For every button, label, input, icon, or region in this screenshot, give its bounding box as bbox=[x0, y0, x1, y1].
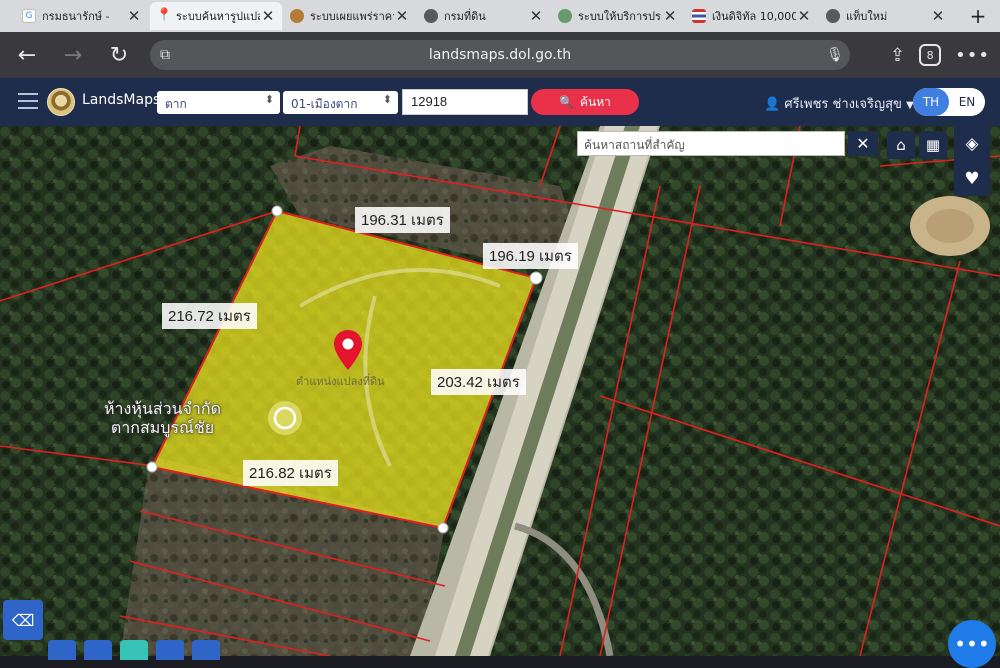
microphone-icon[interactable]: 🎙 bbox=[820, 47, 850, 63]
pin-caption: ตำแหน่งแปลงที่ดิน bbox=[296, 375, 385, 388]
browser-actions: ⇪ 8 ••• bbox=[890, 32, 990, 78]
owner-label-line1: ห้างหุ้นส่วนจำกัด bbox=[104, 399, 221, 418]
brand-name: LandsMaps bbox=[82, 92, 161, 108]
browser-tab[interactable]: กรมที่ดิน ✕ bbox=[418, 2, 550, 30]
home-button[interactable]: ⌂ bbox=[887, 131, 915, 159]
measure-label-bottom: 216.82 เมตร bbox=[243, 460, 338, 486]
map-side-tools: ◈ ♥ bbox=[954, 126, 990, 196]
browser-tab[interactable]: แท็บใหม่ ✕ bbox=[820, 2, 952, 30]
layers-icon[interactable]: ◈ bbox=[965, 134, 978, 154]
eraser-tool-button[interactable]: ⌫ bbox=[3, 600, 43, 640]
tab-title: แท็บใหม่ bbox=[846, 10, 888, 23]
app-header: LandsMaps ตาก ⬍ 01-เมืองตาก ⬍ 12918 🔍 ค้… bbox=[0, 78, 1000, 126]
globe-icon bbox=[424, 9, 438, 23]
province-value: ตาก bbox=[165, 97, 187, 111]
parcel-number-input[interactable]: 12918 bbox=[402, 89, 528, 115]
clear-search-button[interactable]: ✕ bbox=[848, 131, 878, 156]
search-icon: 🔍 bbox=[559, 95, 575, 109]
close-tab-icon[interactable]: ✕ bbox=[528, 7, 544, 25]
more-dots-icon: ••• bbox=[954, 632, 990, 656]
tab-title: ระบบเผยแพร่ราคา bbox=[310, 10, 394, 23]
globe-icon bbox=[826, 9, 840, 23]
browser-tab-bar: G กรมธนารักษ์ - ✕ 📍 ระบบค้นหารูปแปลง ✕ ร… bbox=[0, 0, 1000, 32]
updown-caret-icon: ⬍ bbox=[264, 93, 274, 106]
updown-caret-icon: ⬍ bbox=[382, 93, 392, 106]
grid-button[interactable]: ▦ bbox=[919, 131, 947, 159]
close-tab-icon[interactable]: ✕ bbox=[260, 7, 276, 25]
new-tab-button[interactable]: + bbox=[964, 4, 992, 28]
browser-tab[interactable]: เงินดิจิทัล 10,000 ✕ bbox=[686, 2, 818, 30]
map-pin-icon: 📍 bbox=[156, 8, 173, 23]
map-tool-polygon[interactable] bbox=[120, 640, 148, 660]
share-icon[interactable]: ⇪ bbox=[890, 45, 905, 66]
browser-tab[interactable]: ระบบให้บริการประชาชน ✕ bbox=[552, 2, 684, 30]
user-name: ศรีเพชร ช่างเจริญสุข bbox=[784, 97, 902, 112]
search-button-label: ค้นหา bbox=[580, 94, 611, 109]
browser-tab-active[interactable]: 📍 ระบบค้นหารูปแปลง ✕ bbox=[150, 2, 282, 30]
tab-title: ระบบค้นหารูปแปลง bbox=[176, 10, 260, 23]
user-menu[interactable]: 👤 ศรีเพชร ช่างเจริญสุข ▼ bbox=[764, 93, 914, 114]
close-tab-icon[interactable]: ✕ bbox=[930, 7, 946, 25]
measure-label-left: 216.72 เมตร bbox=[162, 303, 257, 329]
eraser-icon: ⌫ bbox=[11, 610, 35, 630]
measure-label-top-right: 196.19 เมตร bbox=[483, 243, 578, 269]
place-search-input[interactable]: ค้นหาสถานที่สำคัญ bbox=[577, 131, 845, 156]
map-tool-circle[interactable] bbox=[192, 640, 220, 660]
district-value: 01-เมืองตาก bbox=[291, 97, 358, 111]
language-toggle: TH EN bbox=[913, 88, 985, 116]
lang-en-button[interactable]: EN bbox=[949, 88, 985, 116]
close-tab-icon[interactable]: ✕ bbox=[126, 7, 142, 25]
close-tab-icon[interactable]: ✕ bbox=[394, 7, 410, 25]
favorite-heart-icon[interactable]: ♥ bbox=[964, 169, 979, 189]
flag-icon bbox=[692, 9, 706, 23]
map-view[interactable]: ตำแหน่งแปลงที่ดิน ห้างหุ้นส่วนจำกัด ตากส… bbox=[0, 126, 1000, 656]
tab-count-button[interactable]: 8 bbox=[919, 44, 942, 66]
site-icon bbox=[558, 9, 572, 23]
tab-title: เงินดิจิทัล 10,000 bbox=[712, 10, 796, 23]
map-tool-area[interactable] bbox=[156, 640, 184, 660]
menu-icon[interactable] bbox=[18, 93, 38, 109]
browser-toolbar: ← → ↻ ⧉ landsmaps.dol.go.th 🎙 ⇪ 8 ••• bbox=[0, 32, 1000, 78]
lang-th-button[interactable]: TH bbox=[913, 88, 949, 116]
translate-icon[interactable]: ⧉ bbox=[150, 47, 180, 63]
more-options-button[interactable]: ••• bbox=[948, 620, 996, 668]
search-button[interactable]: 🔍 ค้นหา bbox=[531, 89, 639, 115]
district-select[interactable]: 01-เมืองตาก ⬍ bbox=[283, 91, 398, 114]
forward-button[interactable]: → bbox=[50, 32, 96, 78]
back-button[interactable]: ← bbox=[4, 32, 50, 78]
reload-button[interactable]: ↻ bbox=[96, 32, 142, 78]
owner-label: ห้างหุ้นส่วนจำกัด ตากสมบูรณ์ชัย bbox=[104, 399, 221, 437]
tab-title: กรมที่ดิน bbox=[444, 10, 486, 23]
measure-label-top: 196.31 เมตร bbox=[355, 207, 450, 233]
dol-logo bbox=[47, 88, 75, 116]
map-pin-icon[interactable] bbox=[334, 330, 362, 370]
map-tool-pin[interactable] bbox=[48, 640, 76, 660]
measure-label-right: 203.42 เมตร bbox=[431, 369, 526, 395]
address-bar[interactable]: ⧉ landsmaps.dol.go.th 🎙 bbox=[150, 40, 850, 70]
close-tab-icon[interactable]: ✕ bbox=[662, 7, 678, 25]
province-select[interactable]: ตาก ⬍ bbox=[157, 91, 280, 114]
map-tool-line[interactable] bbox=[84, 640, 112, 660]
owner-label-line2: ตากสมบูรณ์ชัย bbox=[110, 418, 215, 437]
google-icon: G bbox=[22, 9, 36, 23]
close-tab-icon[interactable]: ✕ bbox=[796, 7, 812, 25]
tab-title: ระบบให้บริการประชาชน bbox=[578, 10, 662, 23]
tab-title: กรมธนารักษ์ - bbox=[42, 10, 110, 23]
site-icon bbox=[290, 9, 304, 23]
browser-tab[interactable]: ระบบเผยแพร่ราคา ✕ bbox=[284, 2, 416, 30]
url-text: landsmaps.dol.go.th bbox=[428, 47, 572, 63]
more-menu-icon[interactable]: ••• bbox=[955, 45, 990, 66]
browser-tab[interactable]: G กรมธนารักษ์ - ✕ bbox=[16, 2, 148, 30]
user-icon: 👤 bbox=[764, 97, 781, 112]
